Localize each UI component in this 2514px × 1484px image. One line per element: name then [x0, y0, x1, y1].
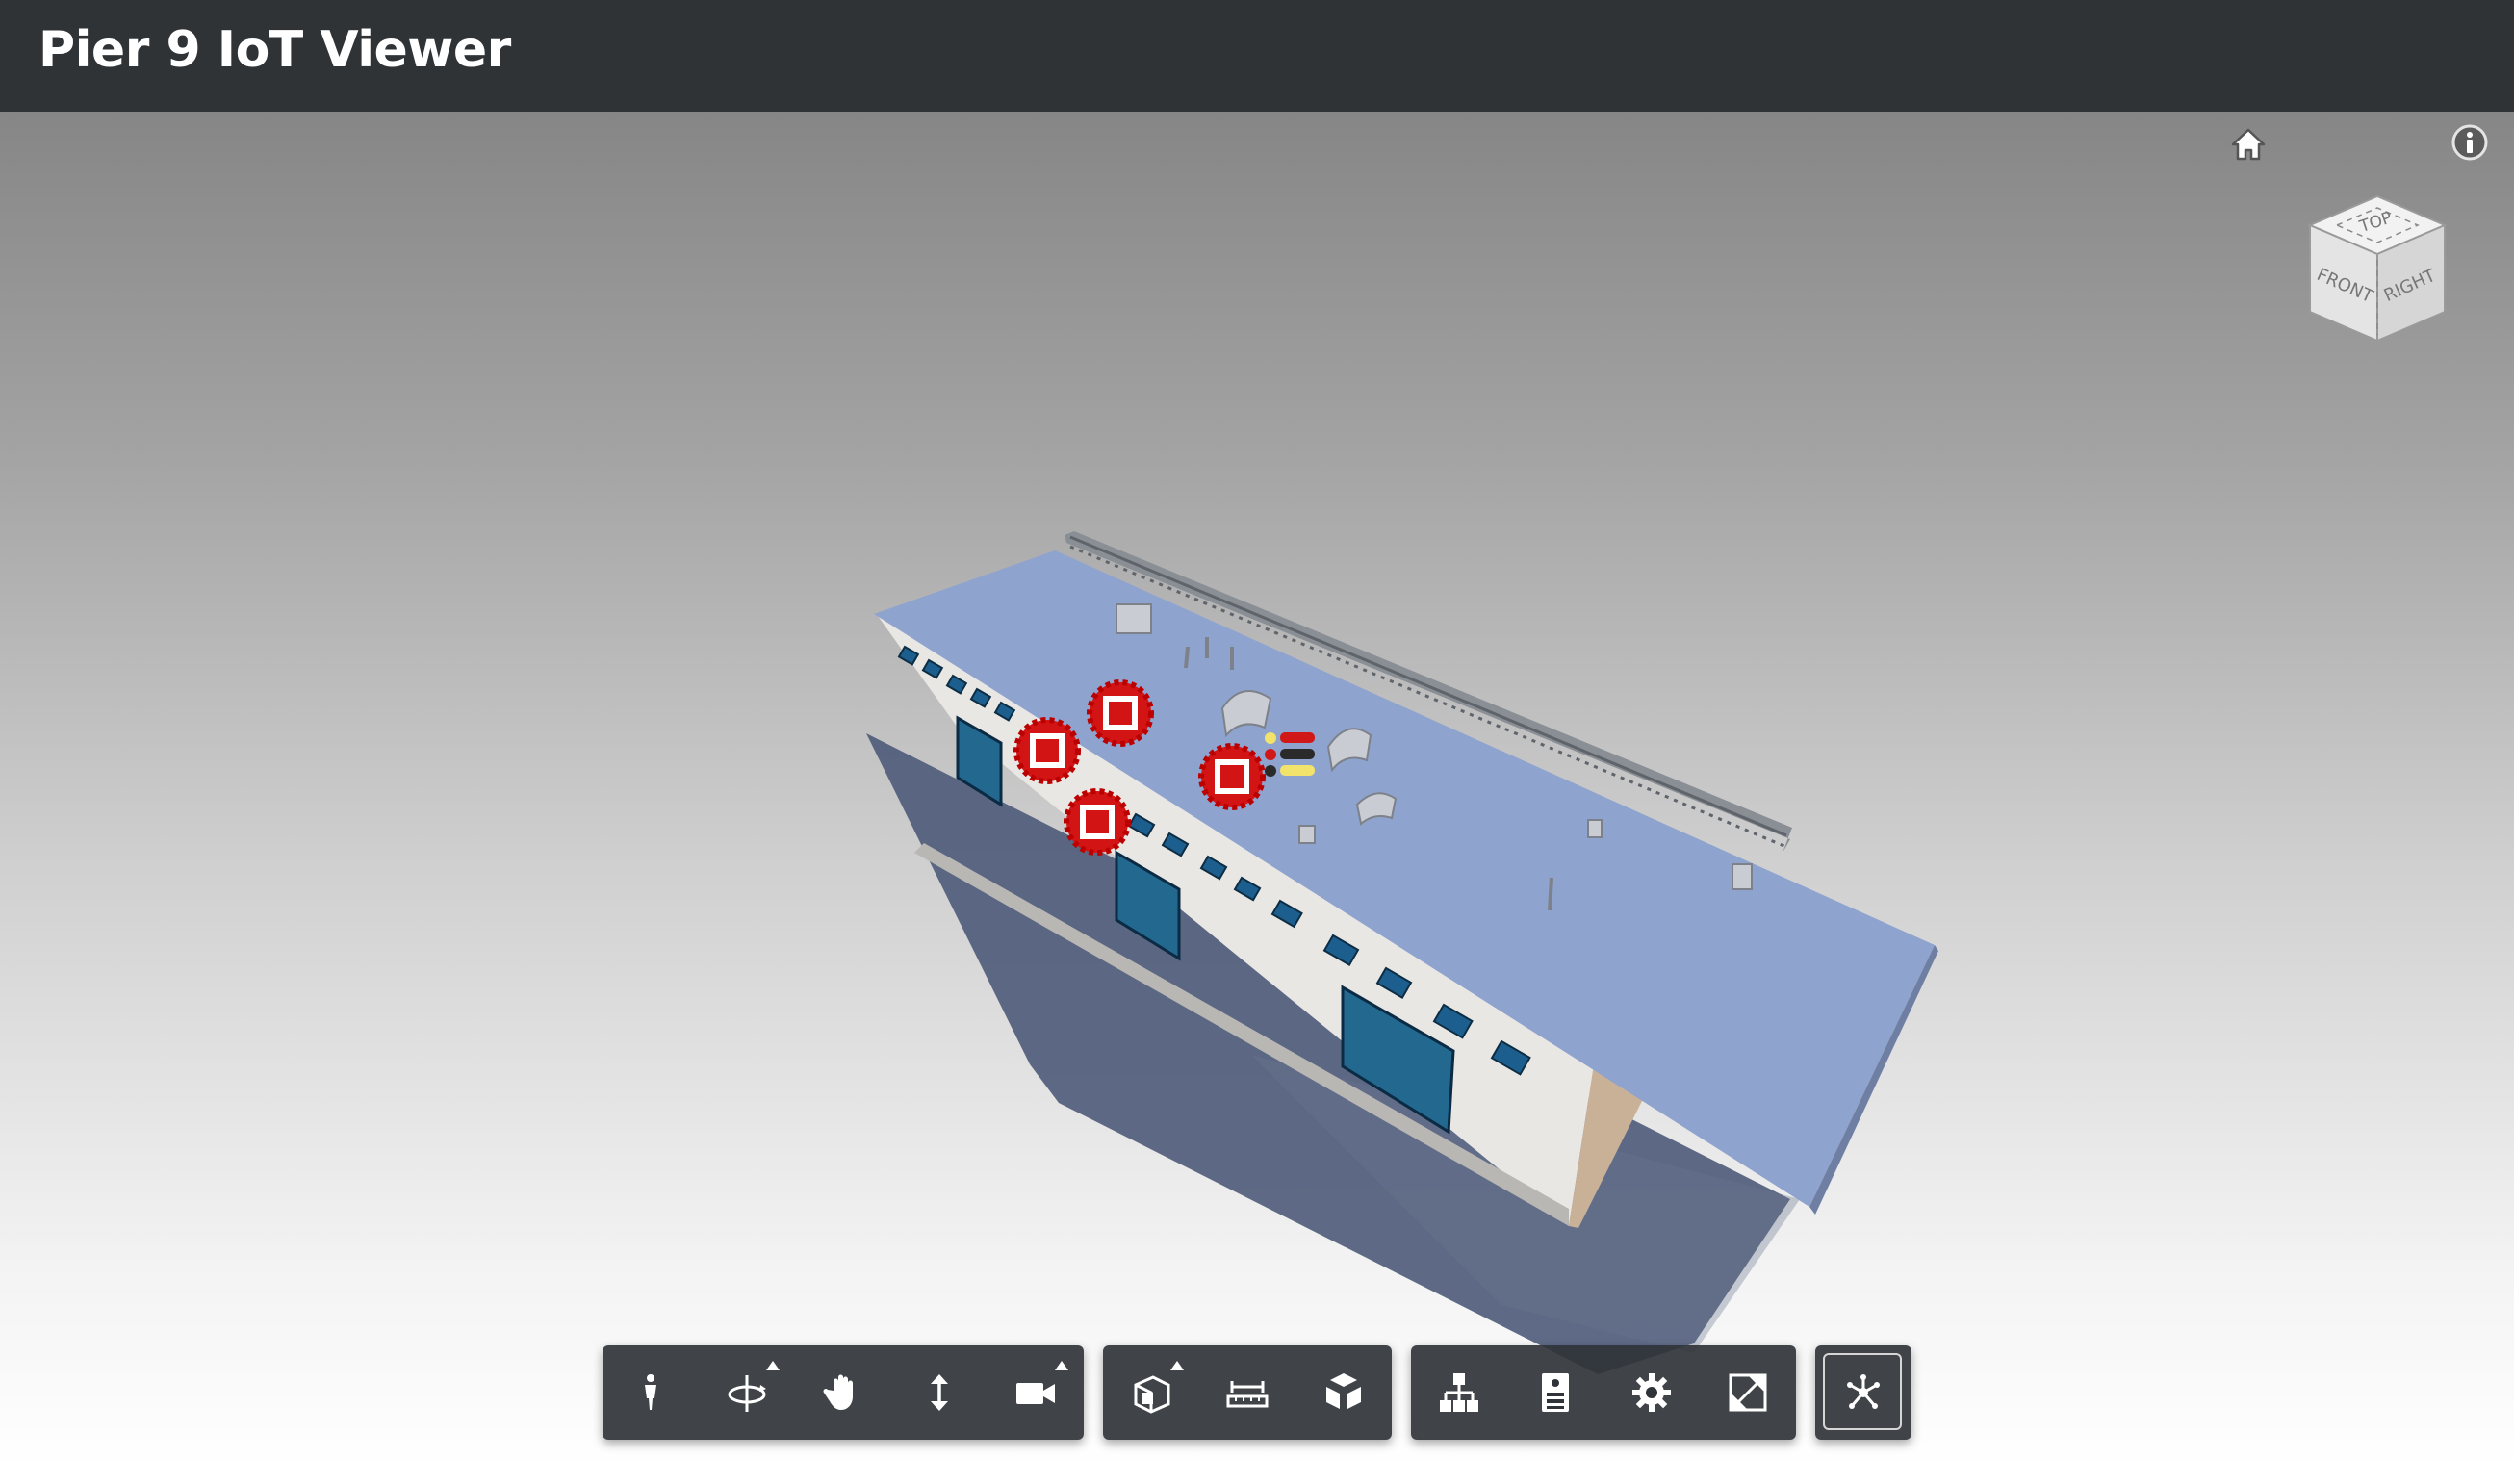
model-browser-button[interactable] [1411, 1345, 1507, 1440]
camera-flyout-icon[interactable] [1055, 1361, 1068, 1370]
sensor-layer [1013, 679, 1266, 856]
measure-icon [1226, 1381, 1269, 1408]
section-flyout-icon[interactable] [1170, 1361, 1184, 1370]
info-button[interactable] [2450, 123, 2489, 162]
fullscreen-button[interactable] [1700, 1345, 1796, 1440]
settings-button[interactable] [1603, 1345, 1700, 1440]
explode-icon [1326, 1373, 1361, 1409]
app-title: Pier 9 IoT Viewer [38, 21, 511, 79]
camera-button[interactable] [988, 1345, 1084, 1440]
app-header: Pier 9 IoT Viewer [0, 0, 2514, 112]
model-browser-icon [1440, 1373, 1478, 1412]
section-button[interactable] [1103, 1345, 1199, 1440]
pan-button[interactable] [795, 1345, 891, 1440]
properties-button[interactable] [1507, 1345, 1603, 1440]
settings-tools [1411, 1345, 1796, 1440]
section-icon [1134, 1375, 1170, 1414]
sensor-marker-icon[interactable] [1013, 717, 1081, 784]
measure-button[interactable] [1199, 1345, 1295, 1440]
navigation-tools [603, 1345, 1084, 1440]
extension-tools [1815, 1345, 1911, 1440]
fullscreen-icon [1729, 1373, 1767, 1412]
orbit-flyout-icon[interactable] [766, 1361, 780, 1370]
first-person-button[interactable] [603, 1345, 699, 1440]
home-icon [2231, 128, 2266, 161]
orbit-icon [728, 1375, 766, 1412]
sensor-marker-icon[interactable] [1087, 679, 1154, 747]
dolly-button[interactable] [891, 1345, 988, 1440]
first-person-icon [645, 1374, 656, 1410]
model-viewport[interactable]: TOP FRONT RIGHT [0, 112, 2514, 1469]
explode-button[interactable] [1295, 1345, 1392, 1440]
iot-sensors-icon [1847, 1374, 1880, 1409]
view-cube[interactable]: TOP FRONT RIGHT [2281, 177, 2454, 350]
orbit-button[interactable] [699, 1345, 795, 1440]
dolly-icon [931, 1374, 948, 1411]
sensor-marker-icon[interactable] [1064, 788, 1131, 856]
settings-icon [1632, 1373, 1671, 1412]
home-button[interactable] [2227, 123, 2270, 166]
camera-icon [1016, 1383, 1055, 1404]
iot-sensors-button[interactable] [1815, 1345, 1911, 1440]
model-tools [1103, 1345, 1392, 1440]
properties-icon [1542, 1373, 1569, 1412]
info-icon [2451, 124, 2488, 161]
pan-icon [823, 1374, 853, 1410]
viewer-toolbar [0, 1345, 2514, 1440]
sensor-marker-icon[interactable] [1198, 743, 1266, 810]
